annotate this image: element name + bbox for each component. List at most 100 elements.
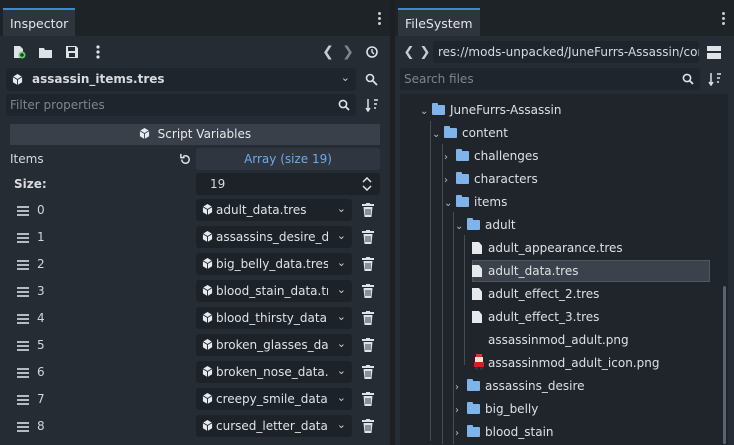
resource-picker[interactable]: big_belly_data.tres ⌄ bbox=[196, 253, 352, 275]
chevron-down-icon[interactable]: ⌄ bbox=[337, 364, 346, 377]
back-icon[interactable]: ❮ bbox=[403, 43, 415, 61]
size-spinbox[interactable]: 19 bbox=[196, 173, 380, 195]
resource-file-name: creepy_smile_data. bbox=[216, 392, 328, 406]
resource-picker[interactable]: broken_nose_data.t ⌄ bbox=[196, 361, 352, 383]
tree-folder-characters[interactable]: › characters bbox=[444, 168, 538, 190]
path-field[interactable]: res://mods-unpacked/JuneFurrs-Assassin/c… bbox=[433, 41, 699, 63]
array-item-row: 1 assassins_desire_d ⌄ bbox=[10, 224, 380, 251]
tree-scrollbar[interactable] bbox=[723, 286, 726, 444]
drag-handle-icon[interactable] bbox=[17, 395, 29, 407]
history-back-icon[interactable]: ❮ bbox=[321, 43, 335, 61]
tree-label: assassinmod_adult_icon.png bbox=[488, 356, 660, 370]
chevron-down-icon[interactable]: ⌄ bbox=[337, 391, 346, 404]
chevron-down-icon[interactable]: ⌄ bbox=[337, 256, 346, 269]
tree-file[interactable]: adult_effect_2.tres bbox=[472, 283, 599, 305]
tree-folder-blood-stain[interactable]: › blood_stain bbox=[455, 421, 554, 443]
resource-picker[interactable]: creepy_smile_data. ⌄ bbox=[196, 388, 352, 410]
spinbox-arrows-icon[interactable] bbox=[362, 177, 372, 191]
delete-icon[interactable] bbox=[362, 257, 374, 271]
item-index: 4 bbox=[37, 311, 45, 325]
tree-folder-root[interactable]: ⌄ JuneFurrs-Assassin bbox=[420, 99, 561, 121]
tree-folder-assassins-desire[interactable]: › assassins_desire bbox=[455, 375, 585, 397]
resource-picker[interactable]: broken_glasses_da ⌄ bbox=[196, 334, 352, 356]
resource-cube-icon bbox=[202, 204, 213, 215]
inspector-menu-icon[interactable] bbox=[378, 12, 382, 28]
chevron-down-icon[interactable]: ⌄ bbox=[337, 337, 346, 350]
sort-options-icon[interactable] bbox=[362, 95, 382, 115]
drag-handle-icon[interactable] bbox=[17, 260, 29, 272]
resource-picker[interactable]: assassins_desire_d ⌄ bbox=[196, 226, 352, 248]
tab-filesystem[interactable]: FileSystem bbox=[398, 8, 480, 36]
drag-handle-icon[interactable] bbox=[17, 368, 29, 380]
save-icon[interactable] bbox=[63, 43, 81, 61]
resource-cube-icon bbox=[12, 74, 23, 85]
delete-icon[interactable] bbox=[362, 392, 374, 406]
array-toggle-button[interactable]: Array (size 19) bbox=[196, 148, 380, 170]
resource-picker[interactable]: cursed_letter_data. ⌄ bbox=[196, 415, 352, 437]
tree-file-selected[interactable]: adult_data.tres bbox=[472, 260, 578, 282]
array-item-row: 0 adult_data.tres ⌄ bbox=[10, 197, 380, 224]
resource-selector[interactable]: assassin_items.tres ⌄ bbox=[6, 68, 356, 91]
object-menu-icon[interactable] bbox=[93, 43, 103, 61]
item-index: 7 bbox=[37, 392, 45, 406]
tree-folder-content[interactable]: ⌄ content bbox=[432, 122, 508, 144]
forward-icon[interactable]: ❯ bbox=[419, 43, 431, 61]
delete-icon[interactable] bbox=[362, 419, 374, 433]
script-variables-section[interactable]: Script Variables bbox=[10, 124, 380, 145]
tree-folder-challenges[interactable]: › challenges bbox=[444, 145, 538, 167]
delete-icon[interactable] bbox=[362, 338, 374, 352]
object-properties-icon[interactable] bbox=[362, 70, 382, 90]
history-forward-icon[interactable]: ❯ bbox=[341, 43, 355, 61]
filter-properties-input[interactable]: Filter properties bbox=[6, 94, 356, 116]
delete-icon[interactable] bbox=[362, 284, 374, 298]
chevron-down-icon[interactable]: ⌄ bbox=[337, 229, 346, 242]
tree-file[interactable]: assassinmod_adult.png bbox=[472, 329, 629, 351]
file-icon bbox=[472, 288, 482, 300]
tree-folder-items[interactable]: ⌄ items bbox=[444, 191, 507, 213]
split-view-icon[interactable] bbox=[705, 43, 723, 61]
folder-icon bbox=[467, 379, 480, 391]
tree-file[interactable]: assassinmod_adult_icon.png bbox=[472, 352, 659, 374]
sort-files-icon[interactable] bbox=[705, 69, 725, 89]
item-index: 0 bbox=[37, 203, 45, 217]
tree-label: adult bbox=[485, 218, 516, 232]
items-property-row: Items Array (size 19) bbox=[0, 148, 390, 170]
revert-icon[interactable] bbox=[179, 153, 192, 166]
tree-folder-big-belly[interactable]: › big_belly bbox=[455, 398, 538, 420]
folder-icon bbox=[444, 126, 457, 138]
delete-icon[interactable] bbox=[362, 203, 374, 217]
open-folder-icon[interactable] bbox=[36, 43, 54, 61]
tab-inspector[interactable]: Inspector bbox=[3, 8, 76, 36]
drag-handle-icon[interactable] bbox=[17, 341, 29, 353]
tree-file[interactable]: adult_appearance.tres bbox=[472, 237, 623, 259]
resource-cube-icon bbox=[202, 339, 213, 350]
filesystem-menu-icon[interactable] bbox=[722, 12, 726, 28]
resource-picker[interactable]: blood_thirsty_data.t ⌄ bbox=[196, 307, 352, 329]
delete-icon[interactable] bbox=[362, 365, 374, 379]
resource-cube-icon bbox=[202, 285, 213, 296]
tree-file[interactable]: adult_effect_3.tres bbox=[472, 306, 599, 328]
file-tree[interactable]: ⌄ JuneFurrs-Assassin ⌄ content › challenges… bbox=[400, 94, 728, 445]
file-icon bbox=[472, 311, 482, 323]
delete-icon[interactable] bbox=[362, 311, 374, 325]
chevron-down-icon[interactable]: ⌄ bbox=[337, 202, 346, 215]
resource-file-name: broken_glasses_da bbox=[216, 338, 328, 352]
delete-icon[interactable] bbox=[362, 230, 374, 244]
search-icon bbox=[682, 73, 694, 85]
size-label: Size: bbox=[14, 177, 47, 191]
chevron-down-icon[interactable]: ⌄ bbox=[337, 310, 346, 323]
new-resource-icon[interactable] bbox=[10, 43, 28, 61]
search-files-input[interactable]: Search files bbox=[400, 68, 700, 90]
drag-handle-icon[interactable] bbox=[17, 233, 29, 245]
drag-handle-icon[interactable] bbox=[17, 287, 29, 299]
chevron-down-icon[interactable]: ⌄ bbox=[337, 418, 346, 431]
resource-picker[interactable]: adult_data.tres ⌄ bbox=[196, 199, 352, 221]
chevron-down-icon[interactable]: ⌄ bbox=[337, 283, 346, 296]
resource-picker[interactable]: blood_stain_data.tr ⌄ bbox=[196, 280, 352, 302]
history-icon[interactable] bbox=[363, 43, 381, 61]
drag-handle-icon[interactable] bbox=[17, 206, 29, 218]
resource-file-name: assassins_desire_d bbox=[216, 230, 328, 244]
drag-handle-icon[interactable] bbox=[17, 314, 29, 326]
tree-folder-adult[interactable]: ⌄ adult bbox=[455, 214, 516, 236]
drag-handle-icon[interactable] bbox=[17, 422, 29, 434]
